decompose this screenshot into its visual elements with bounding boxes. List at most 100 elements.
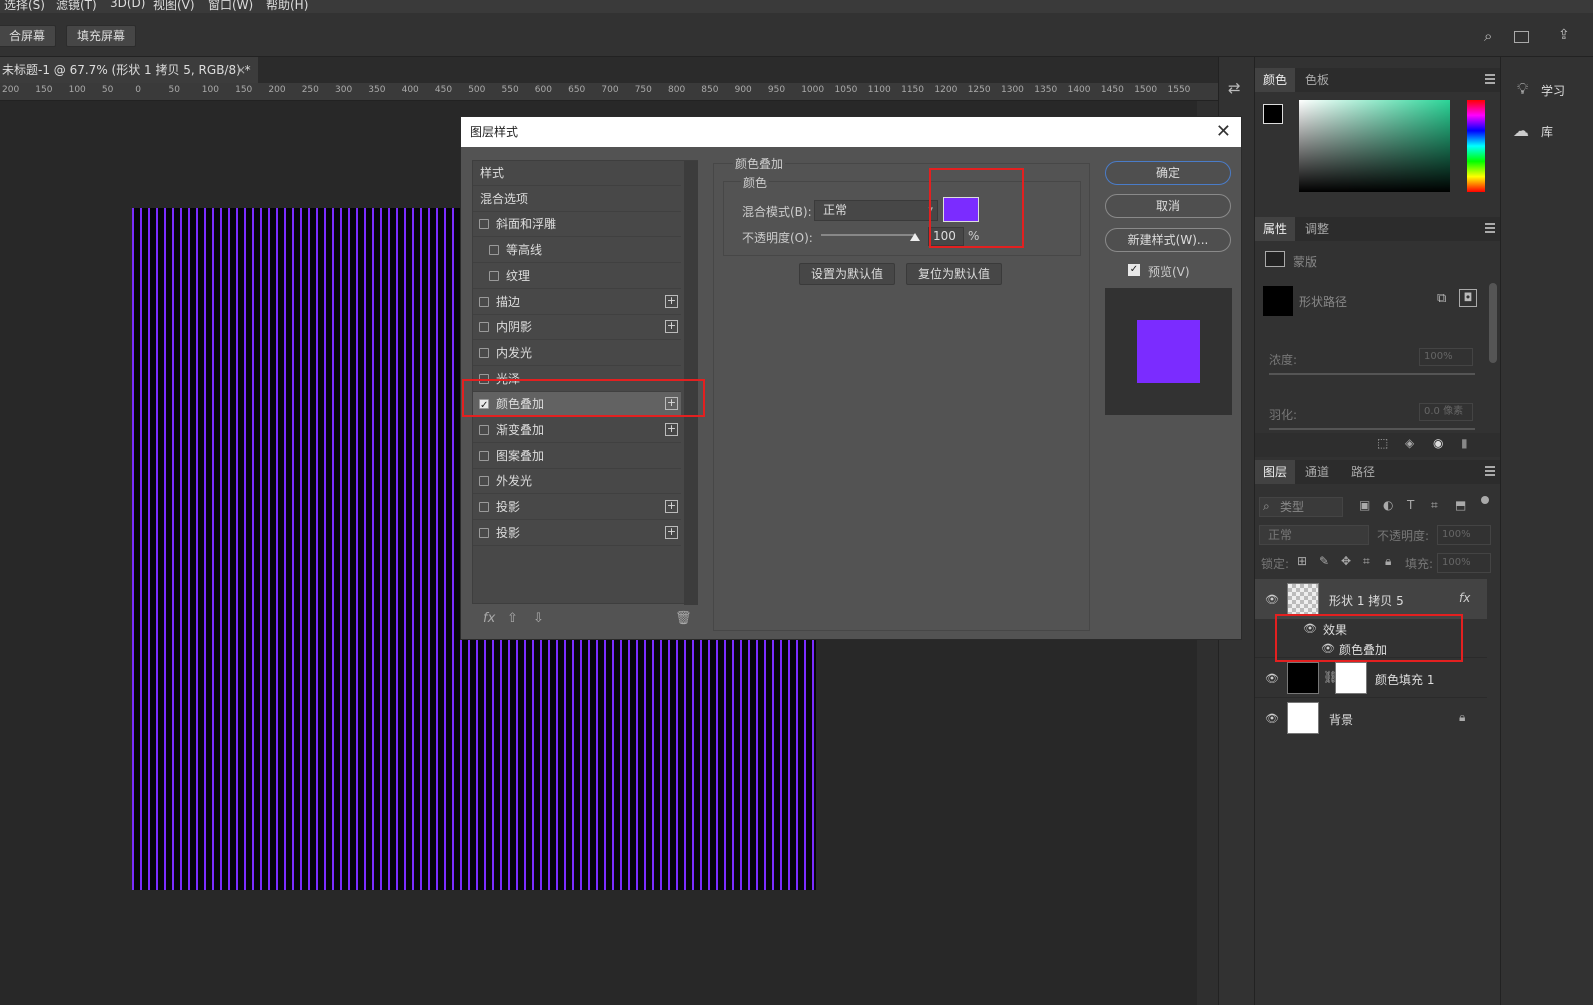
layer-row-shape-copy-5[interactable]: 👁︎ 形状 1 拷贝 5 fx	[1255, 579, 1487, 619]
preview-checkbox[interactable]: ✓	[1128, 264, 1140, 276]
lock-position-icon[interactable]: ✥	[1341, 554, 1351, 568]
lock-artboard-icon[interactable]: ⌗	[1363, 554, 1370, 569]
add-effect-icon[interactable]: +	[665, 525, 678, 539]
move-down-icon[interactable]: ⇩	[533, 611, 544, 626]
opacity-slider[interactable]	[821, 233, 920, 241]
style-checkbox[interactable]	[479, 219, 489, 230]
tab-layers[interactable]: 图层	[1255, 460, 1296, 484]
smart-object-filter-icon[interactable]: ⬒	[1455, 498, 1466, 512]
opacity-slider-thumb[interactable]	[910, 233, 920, 241]
menu-window[interactable]: 窗口(W)	[208, 0, 253, 13]
menu-3d[interactable]: 3D(D)	[110, 0, 145, 10]
layer-name[interactable]: 形状 1 拷贝 5	[1329, 592, 1404, 609]
blend-mode-select[interactable]: 正常 ▾	[814, 200, 938, 221]
lock-all-icon[interactable]: 🔒︎	[1385, 554, 1391, 569]
panel-menu-icon[interactable]	[1485, 74, 1495, 84]
cloud-library-icon[interactable]: ☁	[1513, 121, 1529, 140]
trash-icon[interactable]: 🗑︎	[675, 611, 692, 626]
style-item[interactable]: 投影 +	[473, 495, 681, 521]
document-tab[interactable]: 未标题-1 @ 67.7% (形状 1 拷贝 5, RGB/8) * ×	[0, 57, 258, 83]
style-item[interactable]: 内发光	[473, 341, 681, 366]
feather-slider[interactable]	[1269, 428, 1475, 430]
style-checkbox[interactable]	[479, 476, 489, 487]
style-checkbox[interactable]	[479, 425, 489, 435]
layer-opacity-field[interactable]: 100%	[1437, 525, 1491, 545]
type-filter-icon[interactable]: T	[1407, 498, 1414, 512]
close-tab-icon[interactable]: ×	[236, 57, 246, 83]
reset-default-button[interactable]: 复位为默认值	[906, 263, 1002, 285]
style-item[interactable]: 等高线	[473, 238, 681, 264]
fx-icon[interactable]: fx	[483, 611, 495, 626]
properties-scrollbar[interactable]	[1489, 283, 1497, 363]
eye-icon[interactable]: 👁︎	[1265, 672, 1279, 685]
layer-filter-select[interactable]: 类型	[1259, 497, 1343, 517]
tab-properties[interactable]: 属性	[1255, 217, 1296, 241]
pixel-filter-icon[interactable]: ▣	[1359, 498, 1370, 512]
learn-label[interactable]: 学习	[1541, 82, 1565, 99]
workspace-icon[interactable]	[1514, 31, 1529, 43]
share-icon[interactable]: ⇪	[1558, 27, 1570, 43]
eye-icon[interactable]: 👁︎	[1265, 712, 1279, 725]
add-effect-icon[interactable]: +	[665, 500, 678, 514]
new-style-button[interactable]: 新建样式(W)...	[1105, 228, 1231, 252]
lock-pixels-icon[interactable]: ⊞	[1297, 554, 1307, 568]
style-checkbox[interactable]	[489, 270, 499, 281]
shape-filter-icon[interactable]: ⌗	[1431, 498, 1438, 513]
style-item[interactable]: 外发光	[473, 469, 681, 495]
fit-screen-button[interactable]: 合屏幕	[0, 25, 57, 47]
layer-name[interactable]: 颜色填充 1	[1375, 671, 1434, 688]
style-checkbox[interactable]	[479, 322, 489, 333]
move-up-icon[interactable]: ⇧	[507, 611, 518, 626]
menu-view[interactable]: 视图(V)	[153, 0, 195, 13]
tab-color[interactable]: 颜色	[1255, 68, 1296, 92]
apply-mask-icon[interactable]: ◈	[1405, 436, 1414, 450]
trash-icon[interactable]: ▮	[1461, 436, 1468, 450]
history-icon[interactable]: ⇄	[1228, 79, 1241, 97]
fx-badge-icon[interactable]: fx	[1459, 591, 1470, 605]
menu-help[interactable]: 帮助(H)	[266, 0, 308, 13]
tab-swatches[interactable]: 色板	[1297, 68, 1337, 92]
tab-adjustments[interactable]: 调整	[1297, 217, 1337, 241]
library-label[interactable]: 库	[1541, 123, 1553, 140]
menu-filter[interactable]: 滤镜(T)	[56, 0, 97, 13]
lock-brush-icon[interactable]: ✎	[1319, 554, 1329, 568]
cancel-button[interactable]: 取消	[1105, 194, 1231, 218]
style-item[interactable]: 斜面和浮雕	[473, 212, 681, 238]
style-item[interactable]: 描边 +	[473, 290, 681, 315]
selection-icon[interactable]: ⬚	[1377, 436, 1388, 450]
layer-row-background[interactable]: 👁︎ 背景 🔒︎	[1255, 697, 1487, 737]
style-checkbox[interactable]	[489, 245, 499, 256]
close-icon[interactable]: ✕	[1216, 122, 1231, 142]
eye-icon[interactable]: 👁︎	[1265, 593, 1279, 606]
add-effect-icon[interactable]: +	[665, 320, 678, 334]
style-checkbox[interactable]	[479, 527, 489, 538]
style-item[interactable]: 图案叠加	[473, 444, 681, 469]
style-checkbox[interactable]	[479, 296, 489, 307]
hue-slider[interactable]	[1467, 100, 1485, 192]
feather-field[interactable]: 0.0 像素	[1419, 403, 1473, 421]
style-item[interactable]: 内阴影 +	[473, 315, 681, 341]
style-item[interactable]: 样式	[473, 161, 681, 186]
layer-name[interactable]: 背景	[1329, 711, 1353, 728]
tab-paths[interactable]: 路径	[1343, 460, 1383, 484]
layer-row-color-fill[interactable]: 👁︎ ⛓︎ 颜色填充 1	[1255, 657, 1487, 697]
select-mask-icon[interactable]: ◘	[1459, 289, 1477, 307]
density-field[interactable]: 100%	[1419, 348, 1473, 366]
menu-select[interactable]: 选择(S)	[4, 0, 45, 13]
style-item[interactable]: 混合选项	[473, 187, 681, 212]
visibility-icon[interactable]: ◉	[1433, 436, 1443, 450]
style-item[interactable]: 投影 +	[473, 521, 681, 546]
tab-channels[interactable]: 通道	[1297, 460, 1337, 484]
fill-screen-button[interactable]: 填充屏幕	[66, 25, 137, 47]
layer-blend-mode-select[interactable]: 正常	[1259, 525, 1369, 545]
style-checkbox[interactable]	[479, 347, 489, 358]
color-picker-field[interactable]	[1299, 100, 1450, 192]
density-slider[interactable]	[1269, 373, 1475, 375]
style-item[interactable]: 渐变叠加 +	[473, 418, 681, 443]
set-default-button[interactable]: 设置为默认值	[799, 263, 895, 285]
filter-toggle-icon[interactable]	[1481, 496, 1489, 504]
adjustment-filter-icon[interactable]: ◐	[1383, 498, 1393, 512]
search-icon[interactable]: ⌕	[1484, 27, 1492, 45]
lightbulb-icon[interactable]: 💡︎	[1517, 79, 1528, 99]
layer-fill-field[interactable]: 100%	[1437, 553, 1491, 573]
